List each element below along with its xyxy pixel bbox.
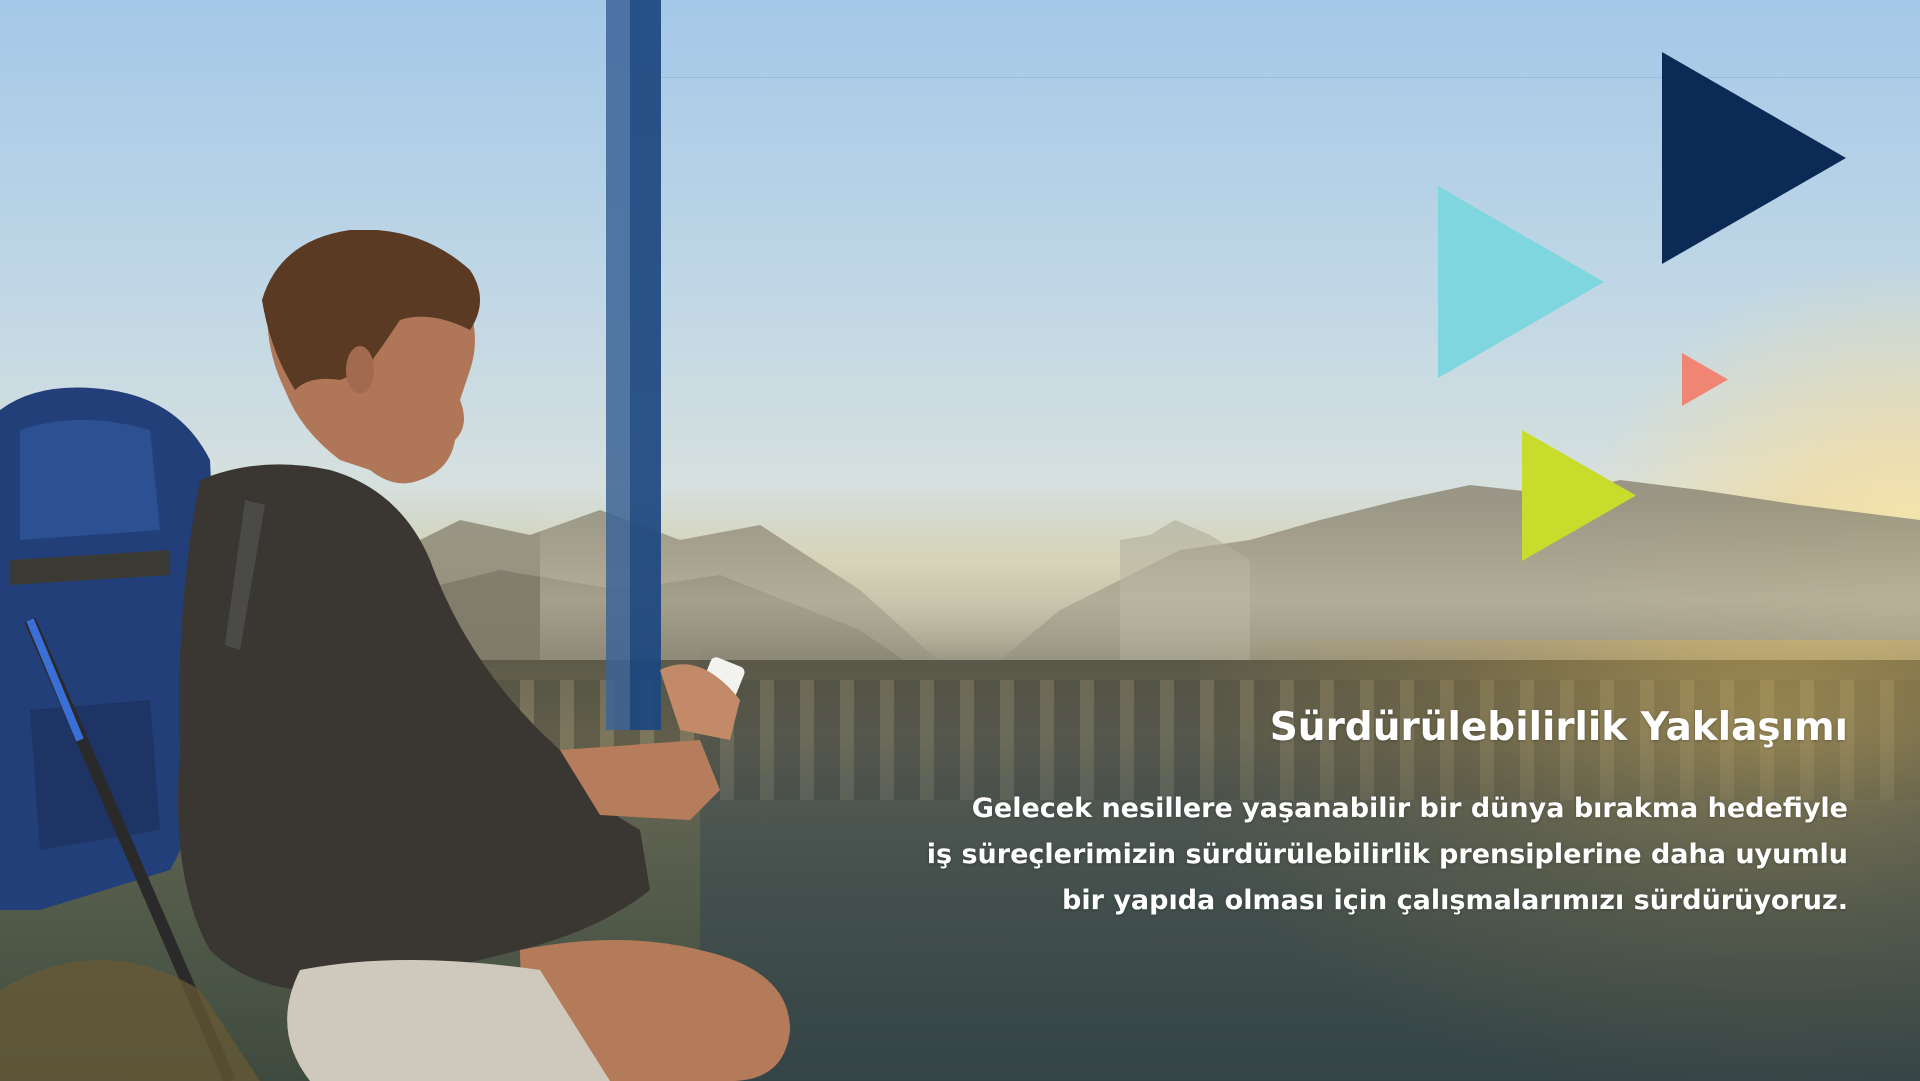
play-triangle-icon [1662,52,1846,264]
hiker-photo [0,230,790,1081]
description-line: iş süreçlerimizin sürdürülebilirlik pren… [926,839,1848,870]
hero-description: Gelecek nesillere yaşanabilir bir dünya … [788,786,1848,924]
hero-banner: Sürdürülebilirlik Yaklaşımı Gelecek nesi… [0,0,1920,1081]
description-line: bir yapıda olması için çalışmalarımızı s… [1062,885,1848,916]
triangle-salmon-icon [1682,353,1728,406]
description-line: Gelecek nesillere yaşanabilir bir dünya … [971,793,1848,824]
triangle-lime-icon [1522,430,1636,561]
page-title: Sürdürülebilirlik Yaklaşımı [1269,705,1848,750]
triangle-cyan-icon [1438,186,1604,378]
